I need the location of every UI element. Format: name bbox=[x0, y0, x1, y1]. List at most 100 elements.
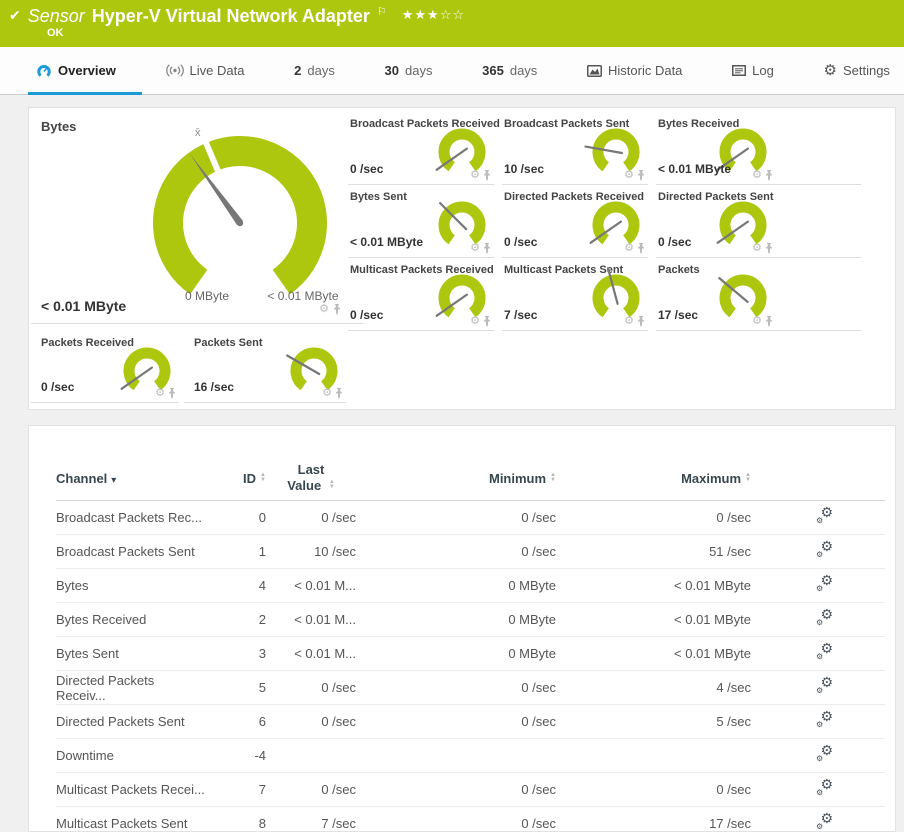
channel-settings-icon[interactable]: ⚙ ⚙ bbox=[816, 641, 834, 661]
channel-last-value: < 0.01 M... bbox=[294, 578, 356, 593]
channel-maximum: 4 /sec bbox=[716, 680, 751, 695]
column-header-maximum[interactable]: Maximum ▲ ▼ bbox=[556, 471, 751, 486]
gauge-tile-packets-received[interactable]: Packets Received 0 /sec ⚙ bbox=[31, 331, 179, 403]
pin-icon[interactable] bbox=[333, 304, 341, 315]
object-kind-label: Sensor bbox=[27, 6, 85, 26]
gear-icon: ⚙ bbox=[823, 62, 837, 79]
gauge-tile-broadcast-packets-sent[interactable]: Broadcast Packets Sent 10 /sec ⚙ bbox=[502, 112, 648, 185]
pin-icon[interactable] bbox=[483, 243, 491, 254]
gear-icon[interactable]: ⚙ bbox=[752, 316, 762, 327]
pin-icon[interactable] bbox=[483, 170, 491, 181]
gear-icon[interactable]: ⚙ bbox=[752, 243, 762, 254]
gauge-value: < 0.01 MByte bbox=[350, 235, 424, 249]
gauge-tile-directed-packets-received[interactable]: Directed Packets Received 0 /sec ⚙ bbox=[502, 185, 648, 258]
pin-icon[interactable] bbox=[637, 170, 645, 181]
gauge-scale-min: 0 MByte bbox=[184, 289, 229, 303]
channel-settings-icon[interactable]: ⚙ ⚙ bbox=[816, 777, 834, 797]
channel-settings-icon[interactable]: ⚙ ⚙ bbox=[816, 573, 834, 593]
gear-icon[interactable]: ⚙ bbox=[155, 388, 165, 399]
channel-maximum: 17 /sec bbox=[709, 816, 751, 831]
channel-name: Broadcast Packets Rec... bbox=[56, 510, 202, 525]
pin-icon[interactable] bbox=[765, 170, 773, 181]
tab-label: Historic Data bbox=[608, 63, 683, 78]
tab-historic-data[interactable]: Historic Data bbox=[581, 47, 688, 94]
tab-label: days bbox=[307, 63, 335, 78]
channel-minimum: 0 /sec bbox=[521, 782, 556, 797]
channel-last-value: 0 /sec bbox=[321, 714, 356, 729]
gear-icon[interactable]: ⚙ bbox=[624, 170, 634, 181]
gauge-tile-multicast-packets-received[interactable]: Multicast Packets Received 0 /sec ⚙ bbox=[348, 258, 494, 331]
tab-30-days[interactable]: 30 days bbox=[379, 47, 439, 94]
gauge-tile-bytes-received[interactable]: Bytes Received < 0.01 MByte ⚙ bbox=[656, 112, 861, 185]
pin-icon[interactable] bbox=[637, 243, 645, 254]
gear-icon[interactable]: ⚙ bbox=[624, 243, 634, 254]
status-badge: OK bbox=[47, 27, 64, 39]
gear-icon[interactable]: ⚙ bbox=[322, 388, 332, 399]
gear-icon[interactable]: ⚙ bbox=[470, 243, 480, 254]
priority-stars[interactable]: ★★★☆☆ bbox=[402, 7, 465, 23]
channel-settings-icon[interactable]: ⚙ ⚙ bbox=[816, 539, 834, 559]
channel-last-value: 10 /sec bbox=[314, 544, 356, 559]
pin-icon[interactable] bbox=[765, 316, 773, 327]
gear-icon[interactable]: ⚙ bbox=[470, 170, 480, 181]
gear-icon[interactable]: ⚙ bbox=[752, 170, 762, 181]
channel-minimum: 0 MByte bbox=[508, 612, 556, 627]
gear-icon[interactable]: ⚙ bbox=[470, 316, 480, 327]
channel-id: 0 bbox=[258, 510, 266, 525]
gauge-value: 0 /sec bbox=[504, 235, 538, 249]
tab-overview[interactable]: Overview bbox=[28, 47, 142, 95]
gear-icon[interactable]: ⚙ bbox=[624, 316, 634, 327]
table-row-broadcast-packets-sent: Broadcast Packets Sent 1 10 /sec 0 /sec 51 /… bbox=[56, 535, 885, 569]
channel-settings-icon[interactable]: ⚙ ⚙ bbox=[816, 709, 834, 729]
tab-label: Log bbox=[752, 63, 774, 78]
channel-minimum: 0 /sec bbox=[521, 680, 556, 695]
tab-365-days[interactable]: 365 days bbox=[476, 47, 543, 94]
gauge-tile-bytes-sent[interactable]: Bytes Sent < 0.01 MByte ⚙ bbox=[348, 185, 494, 258]
column-header-channel[interactable]: Channel ▾ bbox=[56, 471, 206, 486]
gauge-tile-broadcast-packets-received[interactable]: Broadcast Packets Received 0 /sec ⚙ bbox=[348, 112, 500, 185]
table-row-downtime: Downtime -4 ⚙ ⚙ bbox=[56, 739, 885, 773]
channel-id: -4 bbox=[254, 748, 266, 763]
gauges-panel: Bytes x̄ 0 MByte < 0.01 MByte < 0.01 MBy… bbox=[28, 107, 896, 410]
pin-icon[interactable] bbox=[637, 316, 645, 327]
channel-settings-icon[interactable]: ⚙ ⚙ bbox=[816, 811, 834, 831]
column-header-id[interactable]: ID ▲ ▼ bbox=[206, 471, 266, 486]
pin-icon[interactable] bbox=[335, 388, 343, 399]
gauge-icon bbox=[36, 64, 52, 78]
channel-settings-icon[interactable]: ⚙ ⚙ bbox=[816, 505, 834, 525]
pin-icon[interactable] bbox=[168, 388, 176, 399]
channel-settings-icon[interactable]: ⚙ ⚙ bbox=[816, 607, 834, 627]
sort-icon: ▲ ▼ bbox=[328, 479, 335, 490]
channel-id: 8 bbox=[258, 816, 266, 831]
channel-settings-icon[interactable]: ⚙ ⚙ bbox=[816, 675, 834, 695]
channel-minimum: 0 /sec bbox=[521, 714, 556, 729]
gauge-value: < 0.01 MByte bbox=[41, 298, 127, 314]
table-row-directed-packets-sent: Directed Packets Sent 6 0 /sec 0 /sec 5 /sec… bbox=[56, 705, 885, 739]
gauge-tile-bytes[interactable]: Bytes x̄ 0 MByte < 0.01 MByte < 0.01 MBy… bbox=[31, 108, 363, 324]
channel-minimum: 0 /sec bbox=[521, 510, 556, 525]
gauge-tile-multicast-packets-sent[interactable]: Multicast Packets Sent 7 /sec ⚙ bbox=[502, 258, 648, 331]
pin-icon[interactable] bbox=[483, 316, 491, 327]
channel-settings-icon[interactable]: ⚙ ⚙ bbox=[816, 743, 834, 763]
table-row-bytes: Bytes 4 < 0.01 M... 0 MByte < 0.01 MByte ⚙ ⚙ bbox=[56, 569, 885, 603]
table-row-bytes-received: Bytes Received 2 < 0.01 M... 0 MByte < 0.01 … bbox=[56, 603, 885, 637]
channel-name: Multicast Packets Sent bbox=[56, 816, 188, 831]
tab-live-data[interactable]: Live Data bbox=[160, 47, 251, 94]
gauge-tile-packets-sent[interactable]: Packets Sent 16 /sec ⚙ bbox=[184, 331, 346, 403]
channel-last-value: 7 /sec bbox=[321, 816, 356, 831]
gauge-tiles-grid: Broadcast Packets Received 0 /sec ⚙ Broadca… bbox=[348, 112, 861, 331]
tab-settings[interactable]: ⚙ Settings bbox=[818, 47, 896, 94]
pin-icon[interactable] bbox=[765, 243, 773, 254]
tab-2-days[interactable]: 2 days bbox=[288, 47, 341, 94]
gear-icon[interactable]: ⚙ bbox=[319, 304, 329, 315]
channel-last-value: < 0.01 M... bbox=[294, 612, 356, 627]
channel-last-value: 0 /sec bbox=[321, 782, 356, 797]
column-header-last-value[interactable]: Last Value ▲ ▼ bbox=[266, 462, 356, 494]
tab-log[interactable]: Log bbox=[726, 47, 780, 94]
column-header-minimum[interactable]: Minimum ▲ ▼ bbox=[356, 471, 556, 486]
channel-id: 7 bbox=[258, 782, 266, 797]
gauge-tile-directed-packets-sent[interactable]: Directed Packets Sent 0 /sec ⚙ bbox=[656, 185, 861, 258]
gauge-value: 17 /sec bbox=[658, 308, 699, 322]
channel-last-value: 0 /sec bbox=[321, 680, 356, 695]
gauge-tile-packets[interactable]: Packets 17 /sec ⚙ bbox=[656, 258, 861, 331]
